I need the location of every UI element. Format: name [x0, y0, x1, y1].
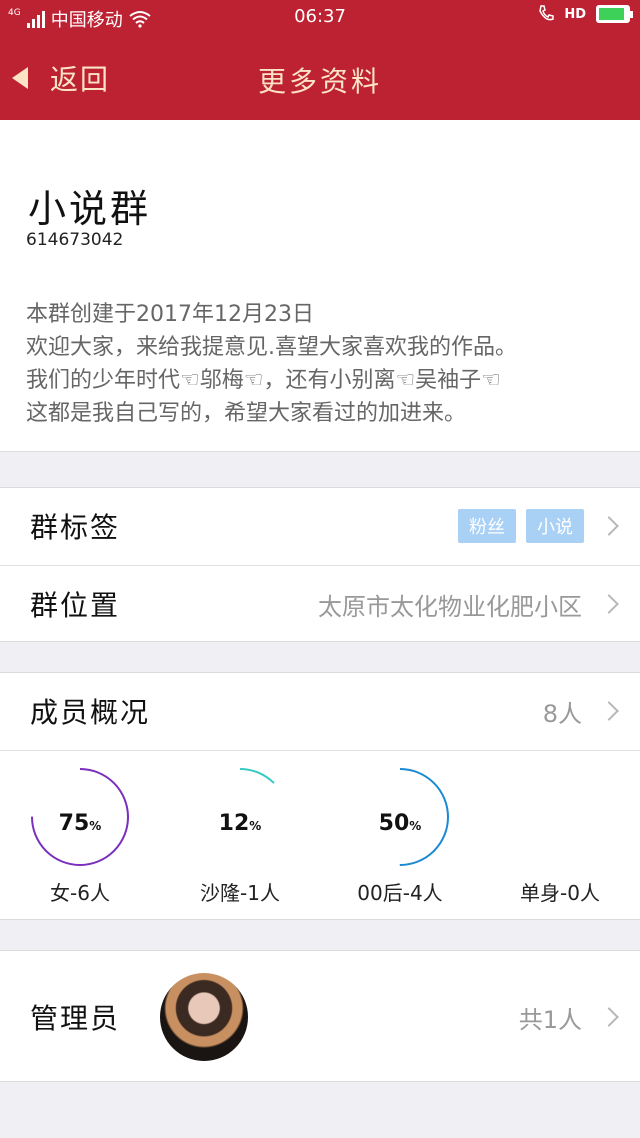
group-info-card: 小说群 614673042 本群创建于2017年12月23日 欢迎大家，来给我提… — [0, 120, 640, 452]
status-bar: 4G 中国移动 06:37 HD — [0, 0, 640, 34]
stat-label: 女-6人 — [50, 881, 110, 905]
chevron-right-icon — [599, 594, 619, 614]
hd-icon: HD — [564, 6, 586, 22]
group-intro: 本群创建于2017年12月23日 欢迎大家，来给我提意见.喜望大家喜欢我的作品。… — [26, 302, 517, 426]
stat-label: 沙隆-1人 — [200, 881, 280, 905]
phone-icon — [539, 5, 555, 21]
stat-post00: 50% 00后-4人 — [320, 751, 480, 921]
stat-single: 单身-0人 — [480, 751, 640, 921]
stat-percent: 50% — [378, 811, 422, 836]
page-title: 更多资料 — [257, 65, 382, 98]
battery-icon — [596, 5, 633, 23]
stat-label: 00后-4人 — [357, 881, 443, 905]
tag-badge: 小说 — [526, 509, 584, 543]
stat-salon: 12% 沙隆-1人 — [160, 751, 320, 921]
members-overview-row[interactable]: 成员概况 8人 — [0, 673, 640, 749]
group-location-label: 群位置 — [30, 589, 121, 622]
stat-female: 75% 女-6人 — [0, 751, 160, 921]
member-stats: 75% 女-6人 12% 沙隆-1人 50% 00后-4人 单身-0人 — [0, 751, 640, 921]
admin-row[interactable]: 管理员 共1人 — [0, 979, 640, 1055]
status-right: HD — [538, 5, 633, 23]
chevron-right-icon — [599, 1007, 619, 1027]
admin-count: 共1人 — [518, 1005, 582, 1034]
stat-label: 单身-0人 — [520, 881, 600, 905]
chevron-right-icon — [599, 701, 619, 721]
admin-label: 管理员 — [30, 1002, 121, 1035]
stat-percent: 12% — [218, 811, 262, 836]
members-card: 成员概况 8人 75% 女-6人 12% 沙隆-1人 50% 00后-4人 单身… — [0, 672, 640, 920]
group-id: 614673042 — [26, 230, 124, 250]
battery-fill — [599, 8, 625, 20]
tag-list: 粉丝 小说 — [458, 509, 584, 543]
chevron-right-icon — [599, 516, 619, 536]
group-location-value: 太原市太化物业化肥小区 — [318, 592, 582, 621]
stat-ring — [510, 767, 610, 867]
stat-percent: 75% — [58, 811, 102, 836]
tag-badge: 粉丝 — [458, 509, 516, 543]
group-tags-row[interactable]: 群标签 粉丝 小说 — [0, 488, 640, 564]
group-name: 小说群 — [28, 187, 152, 231]
group-location-row[interactable]: 群位置 太原市太化物业化肥小区 — [0, 566, 640, 642]
members-overview-label: 成员概况 — [30, 696, 151, 729]
group-tags-label: 群标签 — [30, 511, 121, 544]
tags-location-card: 群标签 粉丝 小说 群位置 太原市太化物业化肥小区 — [0, 487, 640, 642]
members-count: 8人 — [542, 699, 582, 728]
nav-bar: 返回 更多资料 — [0, 34, 640, 120]
admin-card: 管理员 共1人 — [0, 950, 640, 1082]
avatar[interactable] — [160, 973, 248, 1061]
